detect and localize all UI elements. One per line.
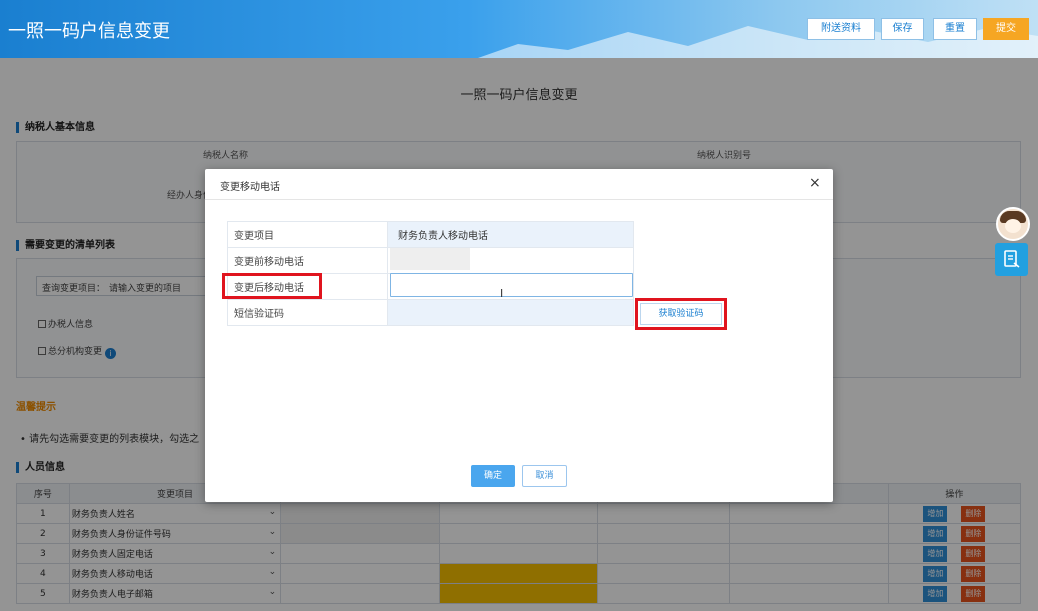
change-phone-dialog: 变更移动电话 × 变更项目 财务负责人移动电话 变更前移动电话 变更后移动电话 … — [205, 169, 833, 502]
form-row-sms-code: 短信验证码 — [227, 299, 634, 326]
feedback-icon[interactable] — [995, 243, 1028, 276]
highlight-box-new-phone — [222, 273, 322, 299]
app-header: 一照一码户信息变更 附送资料 保存 重置 提交 — [0, 0, 1038, 58]
confirm-button[interactable]: 确定 — [471, 465, 515, 487]
text-cursor-icon: I — [500, 287, 504, 300]
new-phone-input[interactable] — [390, 273, 633, 297]
save-button[interactable]: 保存 — [881, 18, 924, 40]
assistant-avatar-icon[interactable] — [996, 207, 1030, 241]
close-icon[interactable]: × — [809, 175, 821, 191]
app-title: 一照一码户信息变更 — [8, 21, 170, 42]
change-item-value: 财务负责人移动电话 — [387, 221, 634, 248]
form-row-change-item: 变更项目 财务负责人移动电话 — [227, 221, 634, 248]
highlight-box-get-code — [635, 298, 727, 330]
form-label: 短信验证码 — [227, 299, 388, 326]
dialog-title: 变更移动电话 — [220, 182, 280, 193]
document-icon — [1003, 250, 1019, 268]
submit-button[interactable]: 提交 — [983, 18, 1029, 40]
masked-value — [390, 248, 470, 270]
form-row-old-phone: 变更前移动电话 — [227, 247, 634, 274]
attach-materials-button[interactable]: 附送资料 — [807, 18, 875, 40]
cancel-button[interactable]: 取消 — [522, 465, 567, 487]
reset-button[interactable]: 重置 — [933, 18, 977, 40]
dialog-divider — [205, 199, 833, 200]
form-label: 变更项目 — [227, 221, 388, 248]
sms-code-input[interactable] — [387, 299, 634, 326]
old-phone-value — [387, 247, 634, 274]
avatar-face — [1005, 219, 1021, 233]
form-label: 变更前移动电话 — [227, 247, 388, 274]
